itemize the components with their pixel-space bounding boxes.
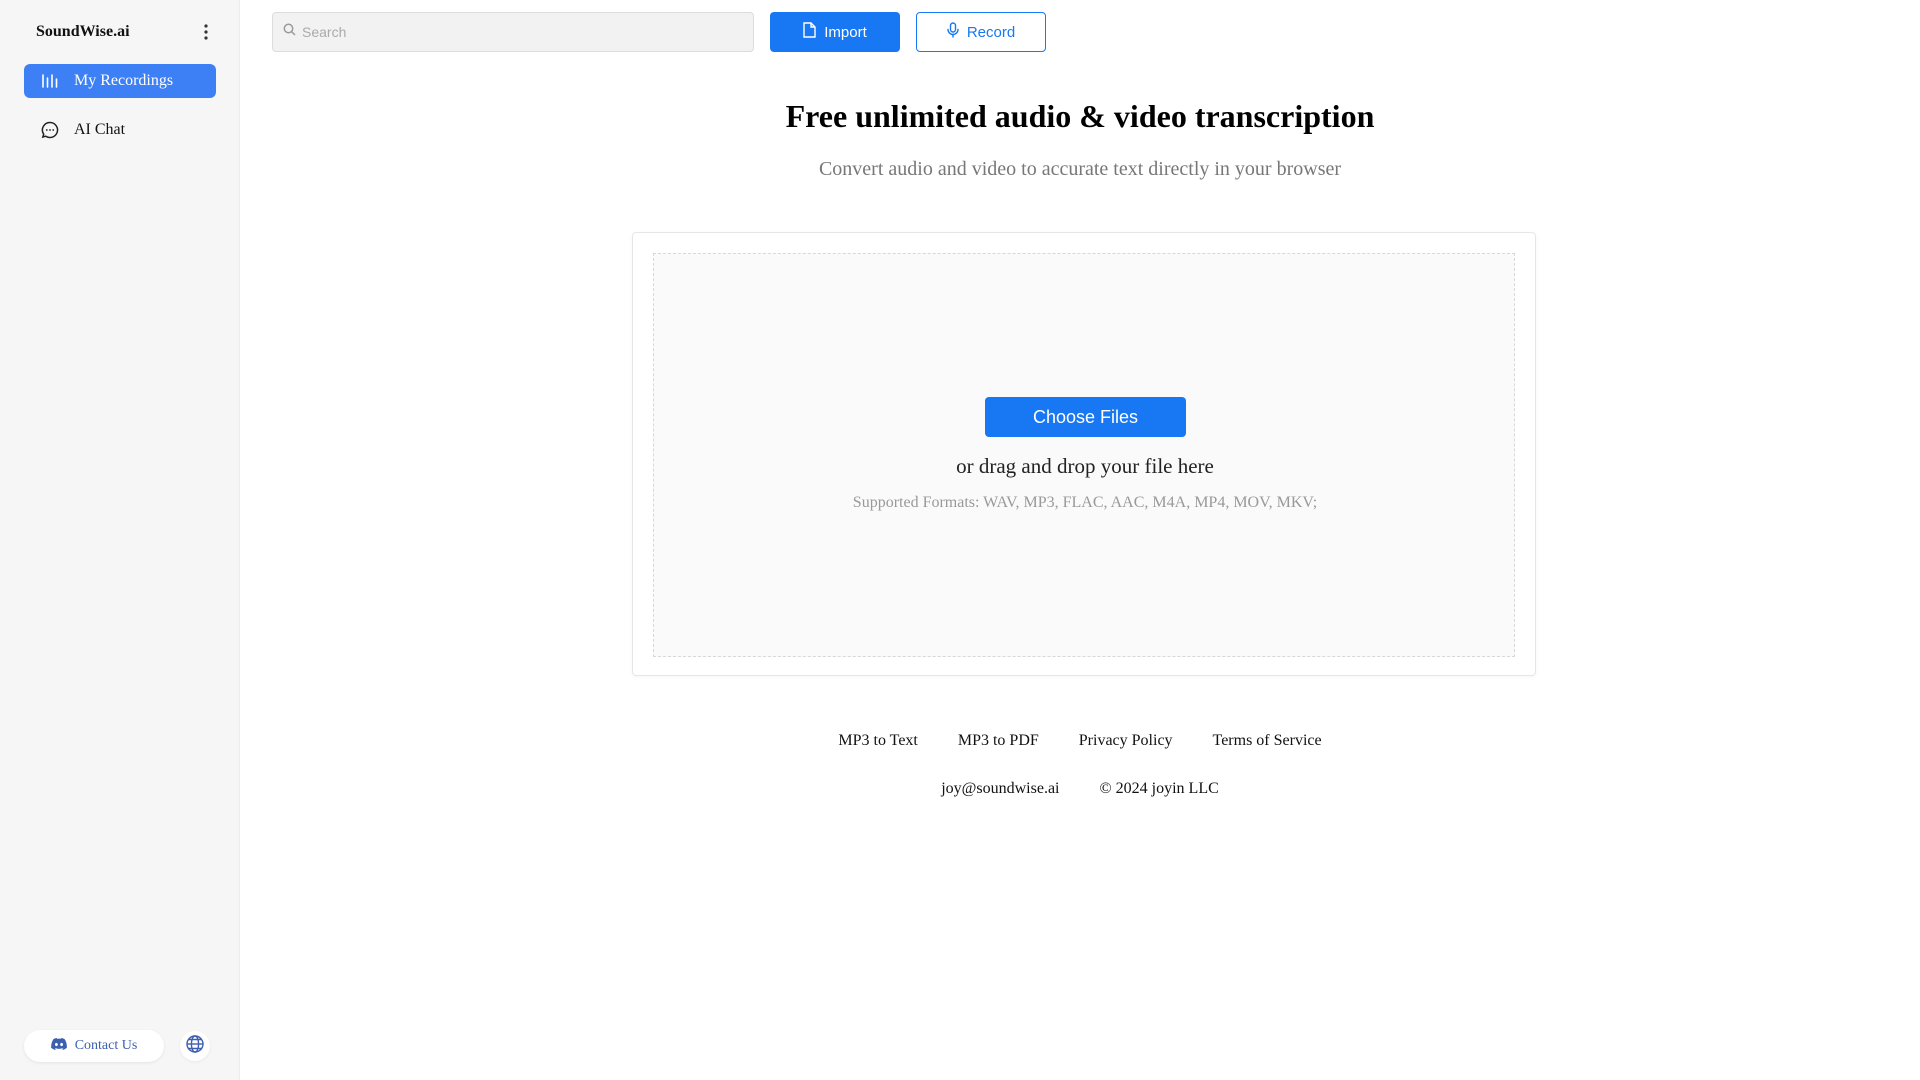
drag-drop-hint: or drag and drop your file here: [956, 454, 1214, 478]
contact-email[interactable]: joy@soundwise.ai: [941, 780, 1059, 798]
sidebar: SoundWise.ai My Recordings AI Chat Conta…: [0, 0, 240, 1080]
sidebar-item-ai-chat[interactable]: AI Chat: [24, 113, 216, 147]
page-title: Free unlimited audio & video transcripti…: [785, 98, 1375, 134]
footer-link-mp3-to-text[interactable]: MP3 to Text: [838, 732, 917, 750]
page-subtitle: Convert audio and video to accurate text…: [818, 158, 1342, 180]
footer-meta: joy@soundwise.ai © 2024 joyin LLC: [240, 780, 1920, 798]
file-icon: [803, 22, 816, 42]
globe-icon: [185, 1034, 205, 1059]
upload-card: Choose Files or drag and drop your file …: [632, 232, 1536, 676]
sidebar-item-my-recordings[interactable]: My Recordings: [24, 64, 216, 98]
more-options-icon[interactable]: [196, 20, 216, 44]
import-label: Import: [824, 23, 867, 41]
search-icon: [283, 23, 296, 41]
footer-link-terms-of-service[interactable]: Terms of Service: [1213, 732, 1322, 750]
search-input[interactable]: [302, 24, 742, 40]
footer-link-mp3-to-pdf[interactable]: MP3 to PDF: [958, 732, 1039, 750]
record-label: Record: [966, 23, 1016, 41]
audio-bars-icon: [40, 71, 60, 91]
contact-us-label: Contact Us: [74, 1038, 138, 1053]
chat-bubble-icon: [40, 120, 60, 140]
sidebar-item-label: My Recordings: [74, 72, 174, 89]
footer-link-privacy-policy[interactable]: Privacy Policy: [1079, 732, 1173, 750]
import-button[interactable]: Import: [770, 12, 900, 52]
record-button[interactable]: Record: [916, 12, 1046, 52]
contact-us-button[interactable]: Contact Us: [24, 1030, 164, 1062]
sidebar-item-label: AI Chat: [74, 121, 126, 138]
search-box[interactable]: [272, 12, 754, 52]
brand-name: SoundWise.ai: [36, 23, 130, 40]
choose-files-button[interactable]: Choose Files: [985, 397, 1186, 437]
supported-formats: Supported Formats: WAV, MP3, FLAC, AAC, …: [852, 494, 1318, 511]
footer-links: MP3 to Text MP3 to PDF Privacy Policy Te…: [240, 732, 1920, 750]
sidebar-header: SoundWise.ai: [36, 20, 216, 44]
copyright: © 2024 joyin LLC: [1099, 780, 1219, 797]
language-button[interactable]: [180, 1031, 210, 1061]
file-dropzone[interactable]: Choose Files or drag and drop your file …: [653, 253, 1515, 657]
microphone-icon: [947, 22, 959, 42]
discord-icon: [50, 1037, 67, 1055]
